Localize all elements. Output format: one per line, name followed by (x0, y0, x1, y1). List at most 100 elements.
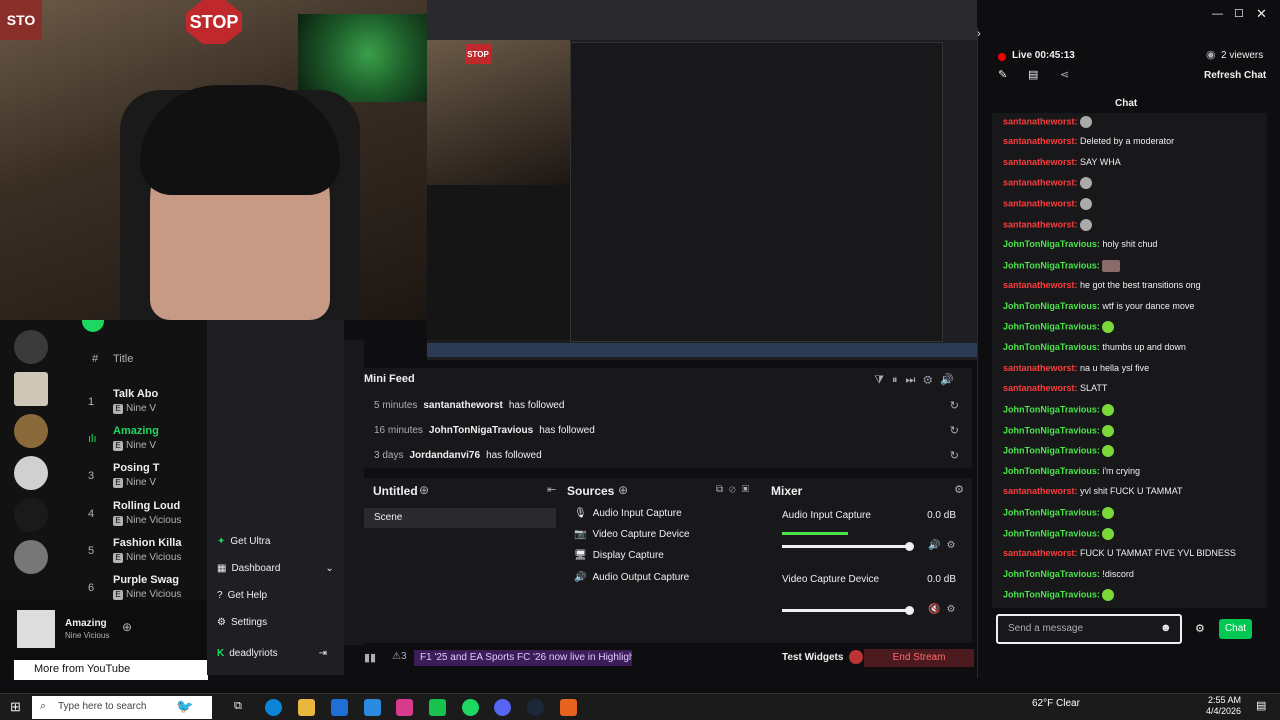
add-icon[interactable]: ⊕ (122, 620, 132, 634)
menu-get-help[interactable]: ? Get Help (217, 590, 267, 601)
playlist-thumb[interactable] (14, 414, 48, 448)
track-row-playing[interactable]: ılı Amazing Nine V (88, 425, 206, 459)
chat-message: JohnTonNigaTravious: (1003, 507, 1258, 519)
scene-item[interactable]: Scene (364, 508, 556, 528)
archive-icon[interactable]: ▤ (1028, 68, 1038, 81)
chat-title: Chat (1115, 98, 1138, 109)
mail-icon[interactable] (364, 699, 381, 716)
playlist-thumb[interactable] (14, 372, 48, 406)
obs-left-gutter (344, 340, 364, 670)
app-icon[interactable] (396, 699, 413, 716)
play-button[interactable] (82, 320, 104, 332)
notifications-icon[interactable]: ▤ (1256, 699, 1266, 712)
scene-collection-title[interactable]: Untitled (373, 484, 418, 498)
preview-nested-app (570, 42, 943, 342)
search-icon: ⌕ (40, 700, 47, 712)
volume-fill (782, 545, 906, 548)
notification-icon[interactable]: ⚠3 (392, 651, 407, 662)
edit-icon[interactable]: ✎ (998, 68, 1007, 81)
edge-icon[interactable] (265, 699, 282, 716)
chat-message: santanatheworst: he got the best transit… (1003, 280, 1201, 290)
logout-icon[interactable]: ⇥ (319, 648, 327, 659)
chat-message: JohnTonNigaTravious: holy shit chud (1003, 239, 1158, 249)
channel-controls[interactable]: 🔇⚙ (928, 604, 961, 615)
track-row[interactable]: 1 Talk Abo Nine V (88, 388, 206, 422)
live-timer: Live 00:45:13 (1012, 50, 1075, 61)
mini-feed-title: Mini Feed (364, 373, 415, 385)
chat-input[interactable]: Send a message (996, 614, 1182, 644)
clock-time[interactable]: 2:55 AM (1208, 695, 1241, 705)
source-item[interactable]: 🖥 Display Capture (574, 550, 664, 561)
close-icon[interactable]: ✕ (1256, 6, 1267, 22)
repeat-icon[interactable]: ↻ (950, 449, 959, 462)
file-explorer-icon[interactable] (298, 699, 315, 716)
add-source-icon[interactable]: ⊕ (618, 483, 628, 497)
record-icon[interactable] (849, 650, 863, 664)
mixer-channel-label: Video Capture Device (782, 574, 880, 585)
track-row[interactable]: 4 Rolling Loud Nine Vicious (88, 500, 206, 534)
promo-banner[interactable]: F1 '25 and EA Sports FC '26 now live in … (414, 650, 632, 666)
playlist-thumb[interactable] (14, 456, 48, 490)
end-stream-button[interactable]: End Stream (864, 649, 974, 667)
windows-start-icon[interactable]: ⊞ (10, 699, 21, 715)
ultra-icon: ✦ (217, 536, 226, 547)
chat-message: JohnTonNigaTravious: (1003, 404, 1258, 416)
chat-message-list[interactable]: santanatheworst: santanatheworst: Delete… (992, 113, 1267, 608)
preview-side (427, 185, 570, 340)
more-from-youtube-button[interactable]: More from YouTube (14, 660, 208, 680)
minimize-icon[interactable]: — (1212, 8, 1223, 20)
chat-message: JohnTonNigaTravious: (1003, 425, 1258, 437)
weather-widget[interactable]: 62°F Clear (1032, 698, 1080, 709)
source-item[interactable]: 🎙 Audio Input Capture (574, 508, 682, 519)
help-icon: ? (217, 590, 223, 601)
windows-taskbar: ⊞ Type here to search ⌕ 🐦 ⧉ 62°F Clear 2… (0, 693, 1280, 720)
add-scene-icon[interactable]: ⊕ (419, 483, 429, 497)
playlist-thumb[interactable] (14, 498, 48, 532)
spotify-icon[interactable] (462, 699, 479, 716)
emoji-icon[interactable]: ☻ (1160, 622, 1172, 634)
repeat-icon[interactable]: ↻ (950, 399, 959, 412)
source-item[interactable]: 📷 Video Capture Device (574, 529, 690, 540)
repeat-icon[interactable]: ↻ (950, 424, 959, 437)
channel-controls[interactable]: 🔊⚙ (928, 540, 961, 551)
volume-slider-handle[interactable] (905, 606, 914, 615)
playlist-thumb[interactable] (14, 540, 48, 574)
preview-taskbar (427, 343, 977, 357)
recorder-icon[interactable] (560, 699, 577, 716)
source-item[interactable]: 🔊 Audio Output Capture (574, 572, 689, 583)
source-tools[interactable]: ⧉⊘▣ (716, 484, 755, 495)
test-widgets-button[interactable]: Test Widgets (782, 652, 843, 663)
task-view-icon[interactable]: ⧉ (234, 700, 242, 713)
volume-slider-handle[interactable] (905, 542, 914, 551)
stop-sign: STOP (186, 0, 242, 44)
viewer-count: 2 viewers (1221, 50, 1264, 61)
feed-item: 3 days Jordandanvi76 has followed ↻ (374, 449, 959, 462)
stats-icon[interactable]: ▮▮ (364, 651, 376, 664)
clock-date[interactable]: 4/4/2026 (1206, 706, 1241, 716)
mixer-settings-icon[interactable]: ⚙ (954, 483, 964, 496)
refresh-chat-button[interactable]: Refresh Chat (1204, 70, 1266, 81)
steam-icon[interactable] (527, 699, 544, 716)
camera-icon: 📷 (574, 529, 587, 540)
chat-settings-icon[interactable]: ⚙ (1195, 622, 1205, 635)
feed-controls[interactable]: ⧩⏸⏭⚙🔊 (874, 373, 962, 387)
share-icon[interactable]: ⋖ (1060, 68, 1069, 81)
menu-get-ultra[interactable]: ✦ Get Ultra (217, 536, 270, 547)
chat-message: JohnTonNigaTravious: (1003, 321, 1258, 333)
store-icon[interactable] (331, 699, 348, 716)
chat-send-button[interactable]: Chat (1219, 619, 1252, 639)
menu-settings[interactable]: ⚙ Settings (217, 617, 267, 628)
obs-side-menu: ✦ Get Ultra ▦ Dashboard ⌄ ? Get Help ⚙ S… (207, 320, 344, 675)
now-playing-bar: Amazing Nine Vicious ⊕ (0, 600, 207, 660)
track-row[interactable]: 5 Fashion Killa Nine Vicious (88, 537, 206, 571)
menu-account[interactable]: K deadlyriots ⇥ (217, 648, 327, 659)
streamlabs-icon[interactable] (429, 699, 446, 716)
playlist-thumb[interactable] (14, 330, 48, 364)
expand-panel-icon[interactable]: › (977, 28, 981, 40)
maximize-icon[interactable]: ☐ (1234, 7, 1244, 20)
bird-widget-icon[interactable]: 🐦 (176, 698, 193, 715)
discord-icon[interactable] (494, 699, 511, 716)
track-row[interactable]: 3 Posing T Nine V (88, 462, 206, 496)
collapse-icon[interactable]: ⇤ (547, 483, 556, 496)
menu-dashboard[interactable]: ▦ Dashboard ⌄ (217, 563, 334, 574)
